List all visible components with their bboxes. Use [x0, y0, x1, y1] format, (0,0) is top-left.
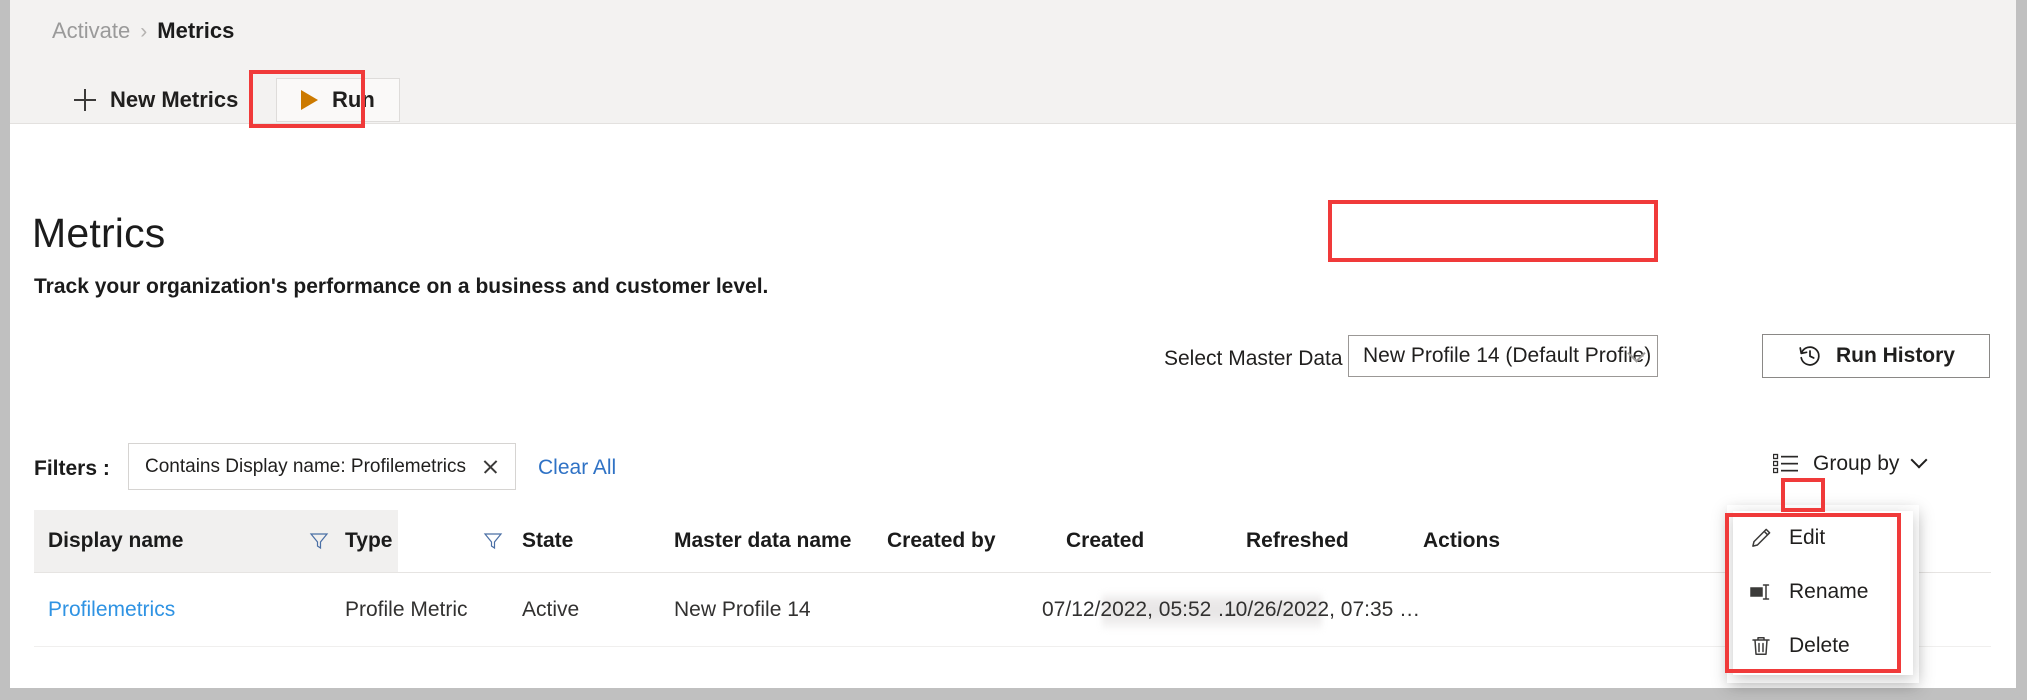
cell-refreshed: 10/26/2022, 07:35 …: [1224, 573, 1420, 647]
cell-created: 07/12/2022, 05:52 …: [1042, 573, 1238, 647]
column-header-master-data-name[interactable]: Master data name: [674, 510, 851, 572]
trash-icon: [1749, 634, 1773, 658]
filter-icon[interactable]: [483, 531, 503, 551]
pencil-icon: [1749, 526, 1773, 550]
close-icon[interactable]: [482, 458, 499, 475]
context-menu-item-rename[interactable]: Rename: [1733, 565, 1913, 619]
master-data-selected-value: New Profile 14 (Default Profile): [1363, 344, 1651, 368]
page-subtitle: Track your organization's performance on…: [34, 275, 768, 299]
context-menu-item-delete[interactable]: Delete: [1733, 619, 1913, 673]
history-icon: [1797, 343, 1823, 369]
run-label: Run: [332, 87, 375, 113]
toolbar-band: Activate › Metrics New Metrics Run: [10, 0, 2016, 124]
context-menu-label: Rename: [1789, 580, 1868, 604]
row-actions-context-menu: Edit Rename Delete: [1733, 511, 1913, 675]
context-menu-label: Edit: [1789, 526, 1825, 550]
column-header-actions: Actions: [1423, 510, 1500, 572]
plus-icon: [74, 89, 96, 111]
group-by-label: Group by: [1813, 452, 1899, 476]
main-content: Metrics Track your organization's perfor…: [10, 125, 2016, 688]
table-row[interactable]: Profilemetrics Profile Metric Active New…: [34, 573, 1991, 647]
new-metrics-button[interactable]: New Metrics: [52, 78, 260, 122]
cell-master-data-name: New Profile 14: [674, 573, 811, 647]
column-header-created-by[interactable]: Created by: [887, 510, 996, 572]
run-history-label: Run History: [1836, 344, 1955, 368]
column-header-display-name[interactable]: Display name: [48, 510, 183, 572]
column-header-state[interactable]: State: [522, 510, 573, 572]
chevron-down-icon: [1911, 452, 1928, 469]
column-header-type[interactable]: Type: [345, 510, 392, 572]
select-master-data-label: Select Master Data: [1164, 347, 1343, 371]
breadcrumb: Activate › Metrics: [52, 18, 234, 44]
breadcrumb-current: Metrics: [157, 18, 234, 44]
column-header-created[interactable]: Created: [1066, 510, 1144, 572]
group-by-icon: [1773, 453, 1799, 475]
cell-state: Active: [522, 573, 579, 647]
context-menu-label: Delete: [1789, 634, 1850, 658]
master-data-dropdown[interactable]: New Profile 14 (Default Profile): [1348, 335, 1658, 377]
cell-display-name[interactable]: Profilemetrics: [48, 573, 175, 647]
play-icon: [301, 90, 318, 110]
new-metrics-label: New Metrics: [110, 87, 238, 113]
app-window: Activate › Metrics New Metrics Run Metri…: [10, 0, 2016, 688]
filter-chip-label: Contains Display name: Profilemetrics: [145, 456, 466, 478]
command-bar: New Metrics Run: [52, 78, 260, 122]
group-by-button[interactable]: Group by: [1773, 452, 1925, 476]
filter-chip[interactable]: Contains Display name: Profilemetrics: [128, 443, 516, 490]
filter-icon[interactable]: [309, 531, 329, 551]
column-header-refreshed[interactable]: Refreshed: [1246, 510, 1349, 572]
breadcrumb-parent[interactable]: Activate: [52, 18, 130, 44]
clear-all-link[interactable]: Clear All: [538, 456, 616, 480]
rename-icon: [1749, 580, 1773, 604]
filters-label: Filters :: [34, 457, 110, 481]
run-button[interactable]: Run: [276, 78, 400, 122]
table-header-row: Display name Type State Master data name…: [34, 510, 1991, 573]
context-menu-item-edit[interactable]: Edit: [1733, 511, 1913, 565]
screenshot-root: Activate › Metrics New Metrics Run Metri…: [0, 0, 2027, 700]
page-title: Metrics: [32, 210, 166, 257]
run-history-button[interactable]: Run History: [1762, 334, 1990, 378]
breadcrumb-separator-icon: ›: [140, 21, 147, 42]
cell-type: Profile Metric: [345, 573, 468, 647]
